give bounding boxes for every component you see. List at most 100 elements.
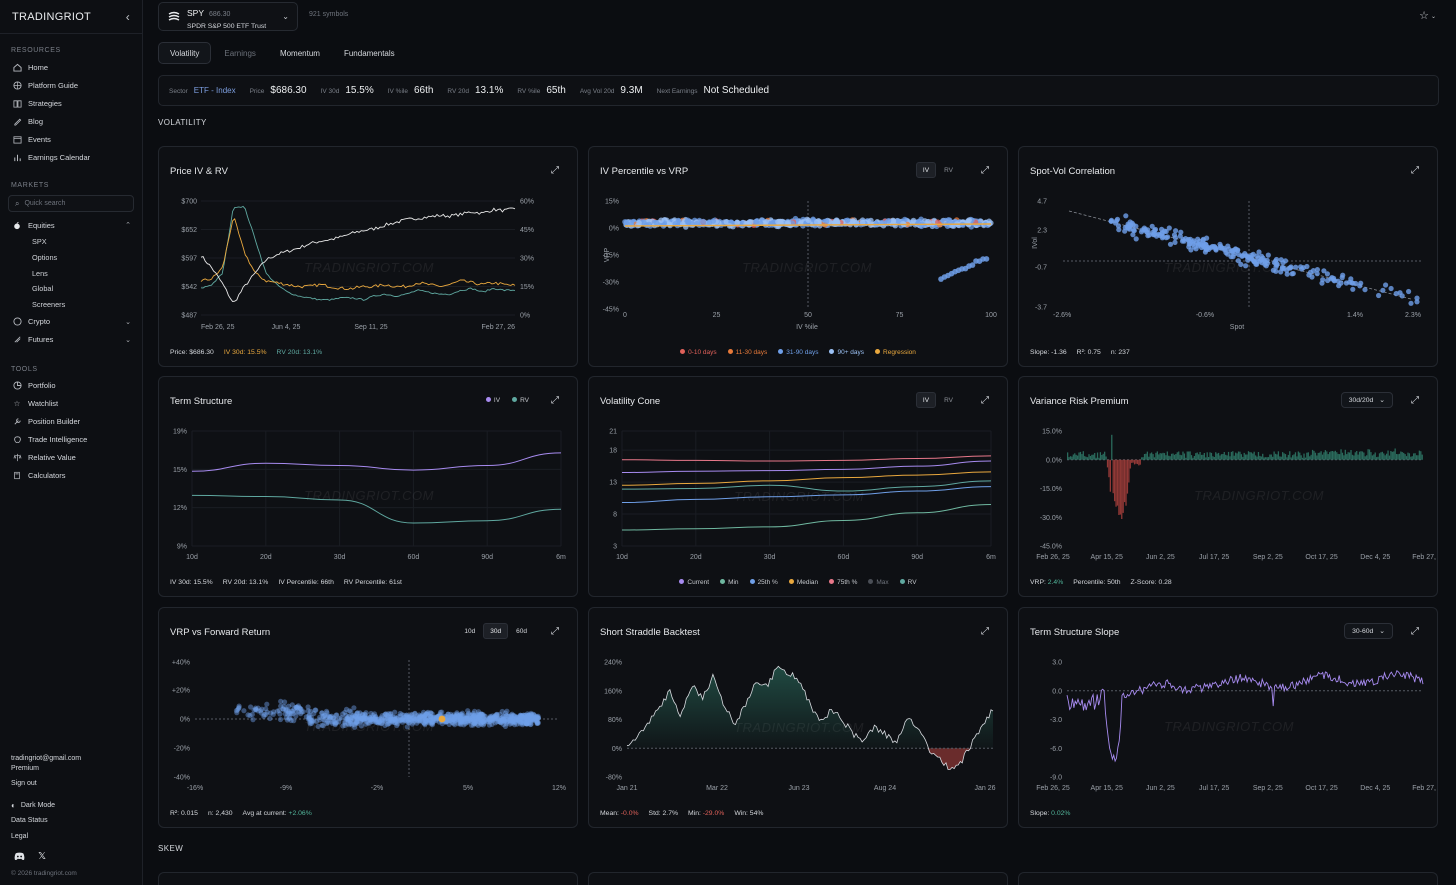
legend-rv[interactable]: RV bbox=[899, 579, 917, 586]
toggle-rv[interactable]: RV bbox=[938, 162, 959, 178]
data-status-link[interactable]: Data Status bbox=[0, 813, 143, 829]
legend-median[interactable]: Median bbox=[788, 579, 818, 586]
toggle-rv[interactable]: RV bbox=[938, 392, 959, 408]
vrp-bar bbox=[1196, 452, 1198, 460]
legend-current[interactable]: Current bbox=[679, 579, 709, 586]
nav-futures[interactable]: Futures ⌄ bbox=[0, 331, 142, 349]
vrp-bar bbox=[1235, 452, 1237, 460]
legend-0-10-days[interactable]: 0-10 days bbox=[680, 349, 717, 356]
expand-icon[interactable]: ⤢ bbox=[1411, 165, 1419, 176]
vrp-bar bbox=[1374, 452, 1376, 460]
tab-fundamentals[interactable]: Fundamentals bbox=[333, 42, 406, 64]
expand-icon[interactable]: ⤢ bbox=[981, 626, 989, 637]
nav-watchlist[interactable]: ☆ Watchlist bbox=[0, 395, 142, 413]
scatter-point bbox=[451, 716, 457, 722]
x-twitter-icon[interactable]: 𝕏 bbox=[38, 852, 46, 864]
toggle-30d[interactable]: 30d bbox=[483, 623, 509, 639]
scatter-point bbox=[1376, 292, 1382, 299]
expand-icon[interactable]: ⤢ bbox=[1411, 395, 1419, 406]
nav-home[interactable]: Home bbox=[0, 58, 142, 76]
collapse-sidebar-icon[interactable]: ‹ bbox=[126, 10, 130, 24]
y-tick: 15% bbox=[605, 199, 619, 206]
analysis-tabs: Volatility Earnings Momentum Fundamental… bbox=[158, 42, 406, 64]
stat-label: Avg Vol 20d bbox=[579, 88, 615, 95]
toggle-iv[interactable]: IV bbox=[915, 162, 937, 178]
nav-blog[interactable]: Blog bbox=[0, 112, 142, 130]
scatter-point bbox=[1232, 246, 1239, 252]
symbol-selector[interactable]: SPY 686.30 SPDR S&P 500 ETF Trust ⌄ bbox=[158, 2, 298, 31]
tab-earnings[interactable]: Earnings bbox=[213, 42, 267, 64]
legend-11-30-days[interactable]: 11-30 days bbox=[727, 349, 767, 356]
vrp-bar bbox=[1091, 454, 1093, 460]
nav-strategies[interactable]: Strategies bbox=[0, 94, 142, 112]
legend-max[interactable]: Max bbox=[868, 579, 889, 586]
legend-min[interactable]: Min bbox=[720, 579, 739, 586]
expand-icon[interactable]: ⤢ bbox=[551, 165, 559, 176]
vrp-bar bbox=[1199, 452, 1201, 460]
legend-iv[interactable]: IV bbox=[485, 397, 500, 404]
legend-31-90-days[interactable]: 31-90 days bbox=[778, 349, 818, 356]
nav-portfolio[interactable]: Portfolio bbox=[0, 377, 142, 395]
nav-events[interactable]: Events bbox=[0, 130, 142, 148]
scatter-point bbox=[1388, 285, 1394, 292]
expand-icon[interactable]: ⤢ bbox=[981, 395, 989, 406]
vrp-bar bbox=[1185, 457, 1187, 460]
vrp-bar bbox=[1136, 459, 1139, 465]
nav-earnings-calendar[interactable]: Earnings Calendar bbox=[0, 148, 142, 166]
discord-icon[interactable] bbox=[14, 852, 25, 864]
vrp-period-dropdown[interactable]: 30d/20d ⌄ bbox=[1340, 392, 1393, 408]
nav-trade-intelligence[interactable]: Trade Intelligence bbox=[0, 431, 142, 449]
vrp-bar bbox=[1162, 452, 1164, 460]
nav-calculators[interactable]: Calculators bbox=[0, 467, 142, 485]
legend-25th[interactable]: 25th % bbox=[749, 579, 778, 586]
vrp-bar bbox=[1223, 452, 1225, 460]
scatter-point bbox=[1298, 264, 1304, 270]
sector-link[interactable]: ETF - Index bbox=[194, 86, 236, 95]
legend-regression[interactable]: Regression bbox=[875, 349, 916, 356]
subnav-options[interactable]: Options bbox=[0, 250, 142, 266]
toggle-10d[interactable]: 10d bbox=[458, 623, 481, 639]
toggle-iv[interactable]: IV bbox=[915, 392, 937, 408]
scatter-point bbox=[524, 721, 530, 727]
expand-icon[interactable]: ⤢ bbox=[551, 626, 559, 637]
scatter-point bbox=[267, 715, 273, 722]
subnav-lens[interactable]: Lens bbox=[0, 266, 142, 282]
legend-75th[interactable]: 75th % bbox=[829, 579, 857, 586]
favorite-star-icon[interactable]: ☆ ⌄ bbox=[1419, 9, 1436, 22]
expand-icon[interactable]: ⤢ bbox=[551, 395, 559, 406]
expand-icon[interactable]: ⤢ bbox=[1411, 626, 1419, 637]
vrp-bar bbox=[1069, 456, 1072, 460]
subnav-screeners[interactable]: Screeners bbox=[0, 297, 142, 313]
x-tick: 6m bbox=[986, 554, 996, 561]
expand-icon[interactable]: ⤢ bbox=[981, 165, 989, 176]
scatter-point bbox=[308, 708, 314, 714]
x-tick: 10d bbox=[186, 554, 198, 561]
subnav-spx[interactable]: SPX bbox=[0, 234, 142, 250]
toggle-60d[interactable]: 60d bbox=[510, 623, 533, 639]
nav-crypto[interactable]: Crypto ⌄ bbox=[0, 313, 142, 331]
nav-relative-value[interactable]: Relative Value bbox=[0, 449, 142, 467]
legend-90-plus-days[interactable]: 90+ days bbox=[829, 349, 864, 356]
scatter-point bbox=[966, 217, 972, 223]
symbol-name: SPDR S&P 500 ETF Trust bbox=[187, 23, 267, 30]
nav-label: Watchlist bbox=[28, 399, 59, 409]
y-tick: 9% bbox=[177, 544, 187, 551]
subnav-global[interactable]: Global bbox=[0, 281, 142, 297]
legend-rv[interactable]: RV bbox=[512, 397, 529, 404]
quick-search-input[interactable]: ⌕ Quick search bbox=[8, 195, 134, 212]
sign-out-link[interactable]: Sign out bbox=[0, 776, 143, 792]
vrp-bar bbox=[1329, 452, 1331, 460]
scatter-point bbox=[1284, 267, 1290, 273]
slope-tenor-dropdown[interactable]: 30-60d ⌄ bbox=[1344, 623, 1393, 639]
tab-momentum[interactable]: Momentum bbox=[269, 42, 331, 64]
dark-mode-toggle[interactable]: ◐ Dark Mode bbox=[0, 798, 143, 814]
tab-volatility[interactable]: Volatility bbox=[158, 42, 212, 64]
nav-equities[interactable]: Equities ⌃ bbox=[0, 216, 142, 234]
nav-position-builder[interactable]: Position Builder bbox=[0, 413, 142, 431]
stat-iv-percentile: IV %ile 66th bbox=[388, 85, 434, 96]
legal-link[interactable]: Legal bbox=[0, 829, 143, 845]
spdr-logo-icon bbox=[168, 11, 180, 21]
nav-platform-guide[interactable]: Platform Guide bbox=[0, 76, 142, 94]
nav-label: Home bbox=[28, 62, 49, 72]
y-tick: 0% bbox=[612, 746, 622, 753]
